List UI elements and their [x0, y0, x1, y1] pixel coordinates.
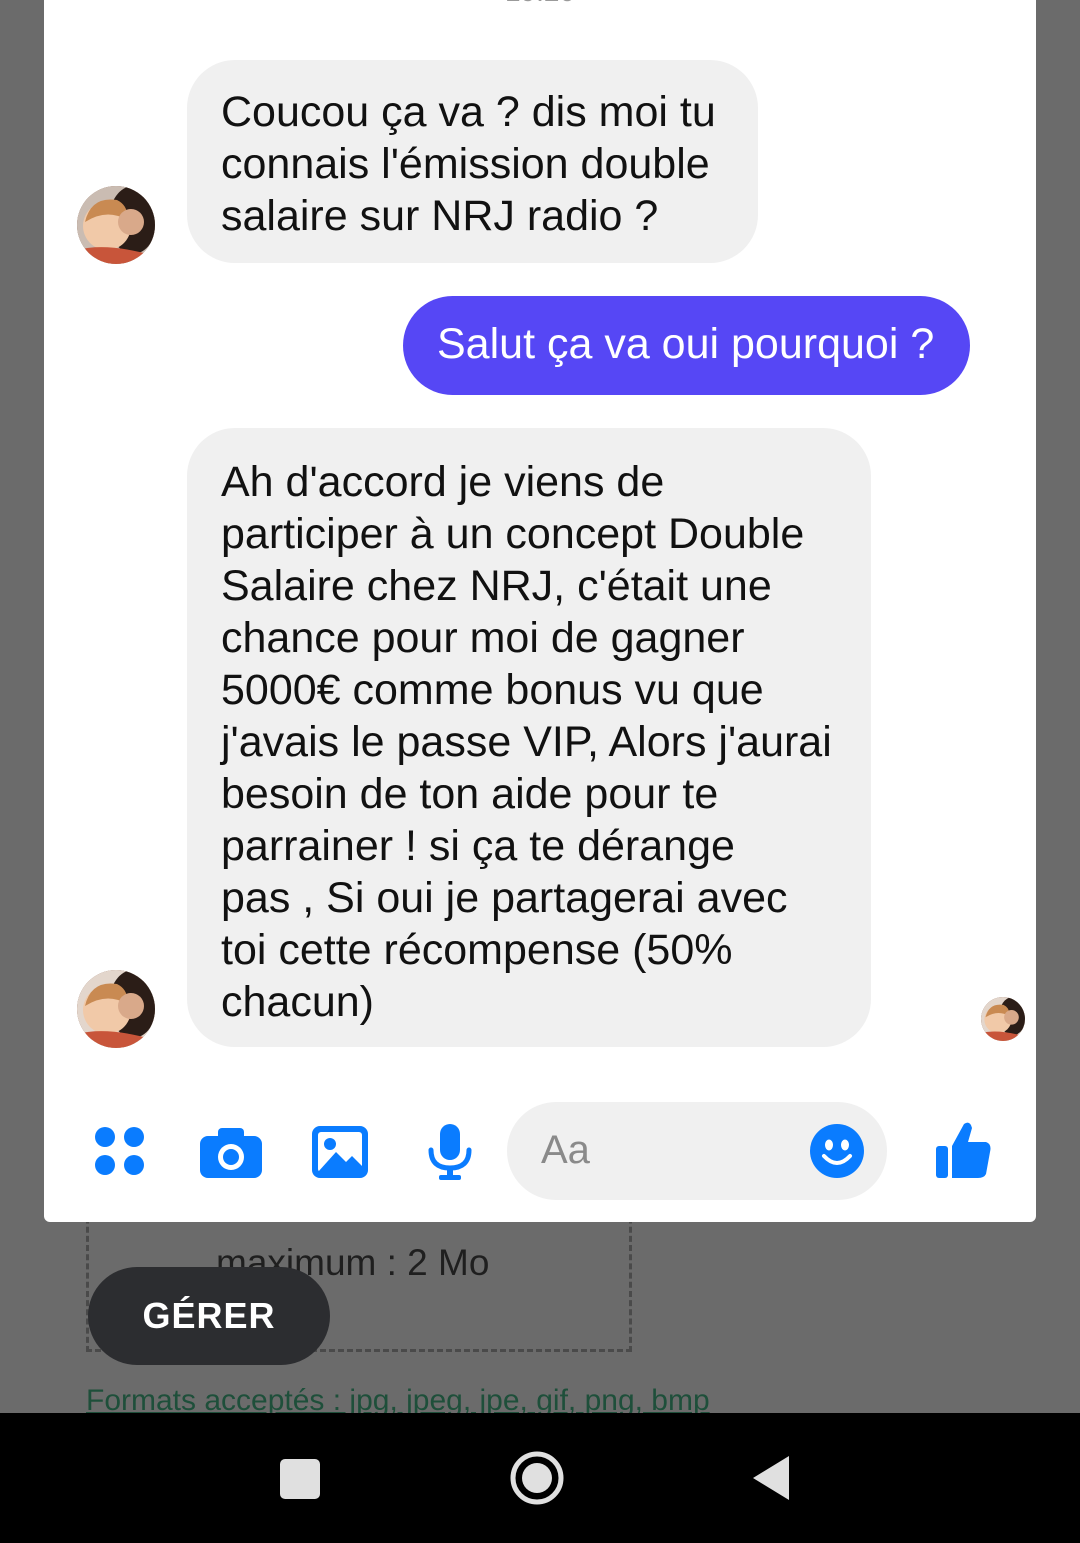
message-composer: Aa	[44, 1098, 1036, 1208]
read-receipt-avatar	[981, 997, 1025, 1041]
contact-avatar[interactable]	[77, 186, 155, 264]
outgoing-message-bubble[interactable]: Salut ça va oui pourquoi ?	[403, 296, 970, 395]
chat-window: 19:20 Coucou ça va ? dis moi tu connais …	[44, 0, 1036, 1222]
home-icon[interactable]	[509, 1450, 565, 1511]
emoji-icon[interactable]	[810, 1124, 864, 1183]
message-timestamp: 19:20	[44, 0, 1036, 8]
microphone-icon[interactable]	[427, 1124, 473, 1185]
camera-icon[interactable]	[200, 1128, 262, 1183]
incoming-message-bubble[interactable]: Coucou ça va ? dis moi tu connais l'émis…	[187, 60, 758, 263]
recent-apps-icon[interactable]	[280, 1459, 320, 1504]
apps-icon[interactable]	[94, 1126, 146, 1181]
gallery-icon[interactable]	[312, 1126, 368, 1183]
message-input-placeholder: Aa	[541, 1128, 590, 1172]
message-input[interactable]: Aa	[507, 1102, 887, 1200]
contact-avatar[interactable]	[77, 970, 155, 1048]
manage-button[interactable]: GÉRER	[88, 1267, 330, 1365]
system-navigation-bar	[0, 1413, 1080, 1543]
thumbs-up-icon[interactable]	[936, 1120, 992, 1185]
back-icon[interactable]	[751, 1454, 791, 1507]
incoming-message-bubble[interactable]: Ah d'accord je viens de participer à un …	[187, 428, 871, 1047]
